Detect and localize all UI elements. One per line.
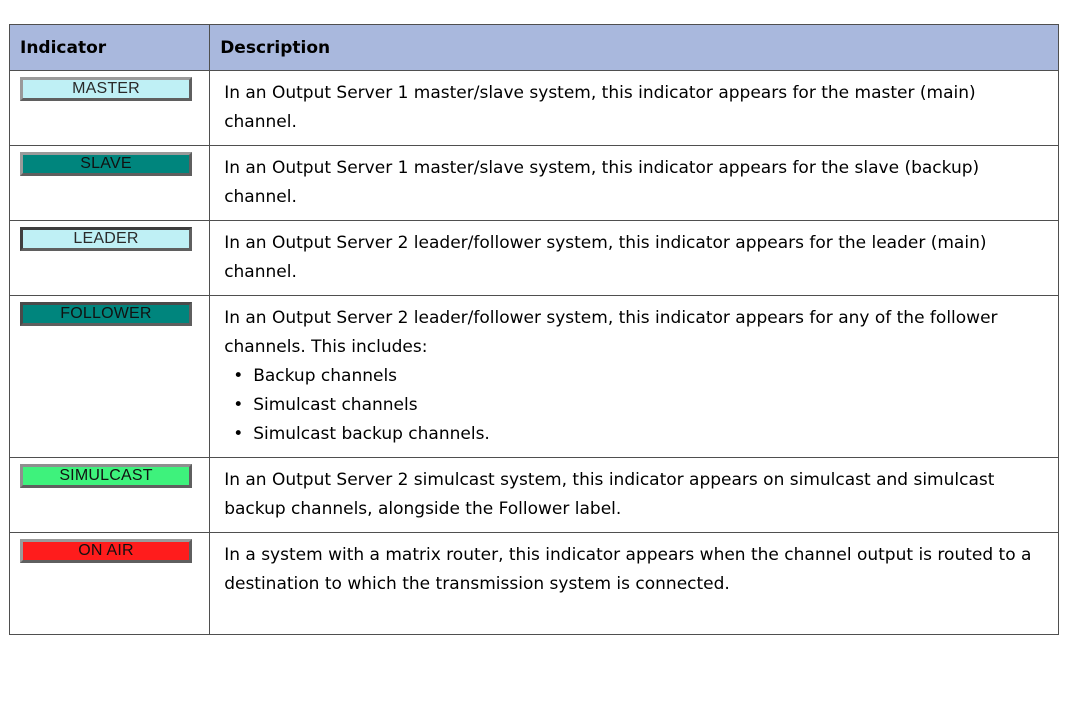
follower-bullet-list: Backup channels Simulcast channels Simul… bbox=[224, 362, 1048, 449]
follower-indicator-badge: FOLLOWER bbox=[20, 302, 192, 326]
indicator-reference-table: Indicator Description MASTER In an Outpu… bbox=[8, 24, 1059, 635]
simulcast-indicator-badge: SIMULCAST bbox=[20, 464, 192, 488]
slave-indicator-label: SLAVE bbox=[23, 155, 189, 173]
table-body: MASTER In an Output Server 1 master/slav… bbox=[8, 70, 1059, 635]
master-indicator-badge: MASTER bbox=[20, 77, 192, 101]
indicator-cell-master: MASTER bbox=[8, 70, 211, 146]
leader-indicator-label: LEADER bbox=[23, 230, 189, 248]
slave-indicator-badge: SLAVE bbox=[20, 152, 192, 176]
follower-bullet-simulcast-backup: Simulcast backup channels. bbox=[224, 420, 1048, 449]
description-column-header: Description bbox=[209, 24, 1059, 71]
master-description: In an Output Server 1 master/slave syste… bbox=[224, 83, 976, 132]
table-header-row: Indicator Description bbox=[8, 24, 1059, 71]
on-air-indicator-label: ON AIR bbox=[23, 542, 189, 560]
description-cell-simulcast: In an Output Server 2 simulcast system, … bbox=[209, 457, 1059, 533]
table-row-simulcast: SIMULCAST In an Output Server 2 simulcas… bbox=[8, 457, 1059, 533]
leader-description: In an Output Server 2 leader/follower sy… bbox=[224, 233, 987, 282]
description-cell-follower: In an Output Server 2 leader/follower sy… bbox=[209, 295, 1059, 458]
indicator-cell-slave: SLAVE bbox=[8, 145, 211, 221]
indicator-column-header: Indicator bbox=[8, 24, 211, 71]
simulcast-description: In an Output Server 2 simulcast system, … bbox=[224, 470, 995, 519]
table-row-follower: FOLLOWER In an Output Server 2 leader/fo… bbox=[8, 295, 1059, 458]
indicator-cell-leader: LEADER bbox=[8, 220, 211, 296]
indicator-cell-on-air: ON AIR bbox=[8, 532, 211, 635]
description-cell-master: In an Output Server 1 master/slave syste… bbox=[209, 70, 1059, 146]
indicator-cell-follower: FOLLOWER bbox=[8, 295, 211, 458]
table-row-master: MASTER In an Output Server 1 master/slav… bbox=[8, 70, 1059, 146]
table-row-slave: SLAVE In an Output Server 1 master/slave… bbox=[8, 145, 1059, 221]
table-row-on-air: ON AIR In a system with a matrix router,… bbox=[8, 532, 1059, 635]
description-cell-on-air: In a system with a matrix router, this i… bbox=[209, 532, 1059, 635]
on-air-indicator-badge: ON AIR bbox=[20, 539, 192, 563]
follower-indicator-label: FOLLOWER bbox=[23, 305, 189, 323]
master-indicator-label: MASTER bbox=[23, 80, 189, 98]
follower-bullet-backup: Backup channels bbox=[224, 362, 1048, 391]
leader-indicator-badge: LEADER bbox=[20, 227, 192, 251]
table-header: Indicator Description bbox=[8, 24, 1059, 71]
indicator-cell-simulcast: SIMULCAST bbox=[8, 457, 211, 533]
simulcast-indicator-label: SIMULCAST bbox=[23, 467, 189, 485]
follower-description: In an Output Server 2 leader/follower sy… bbox=[224, 308, 998, 357]
follower-bullet-simulcast: Simulcast channels bbox=[224, 391, 1048, 420]
table-row-leader: LEADER In an Output Server 2 leader/foll… bbox=[8, 220, 1059, 296]
slave-description: In an Output Server 1 master/slave syste… bbox=[224, 158, 980, 207]
description-cell-leader: In an Output Server 2 leader/follower sy… bbox=[209, 220, 1059, 296]
indicator-reference-table-container: Indicator Description MASTER In an Outpu… bbox=[8, 24, 1059, 716]
description-cell-slave: In an Output Server 1 master/slave syste… bbox=[209, 145, 1059, 221]
on-air-description: In a system with a matrix router, this i… bbox=[224, 545, 1032, 594]
